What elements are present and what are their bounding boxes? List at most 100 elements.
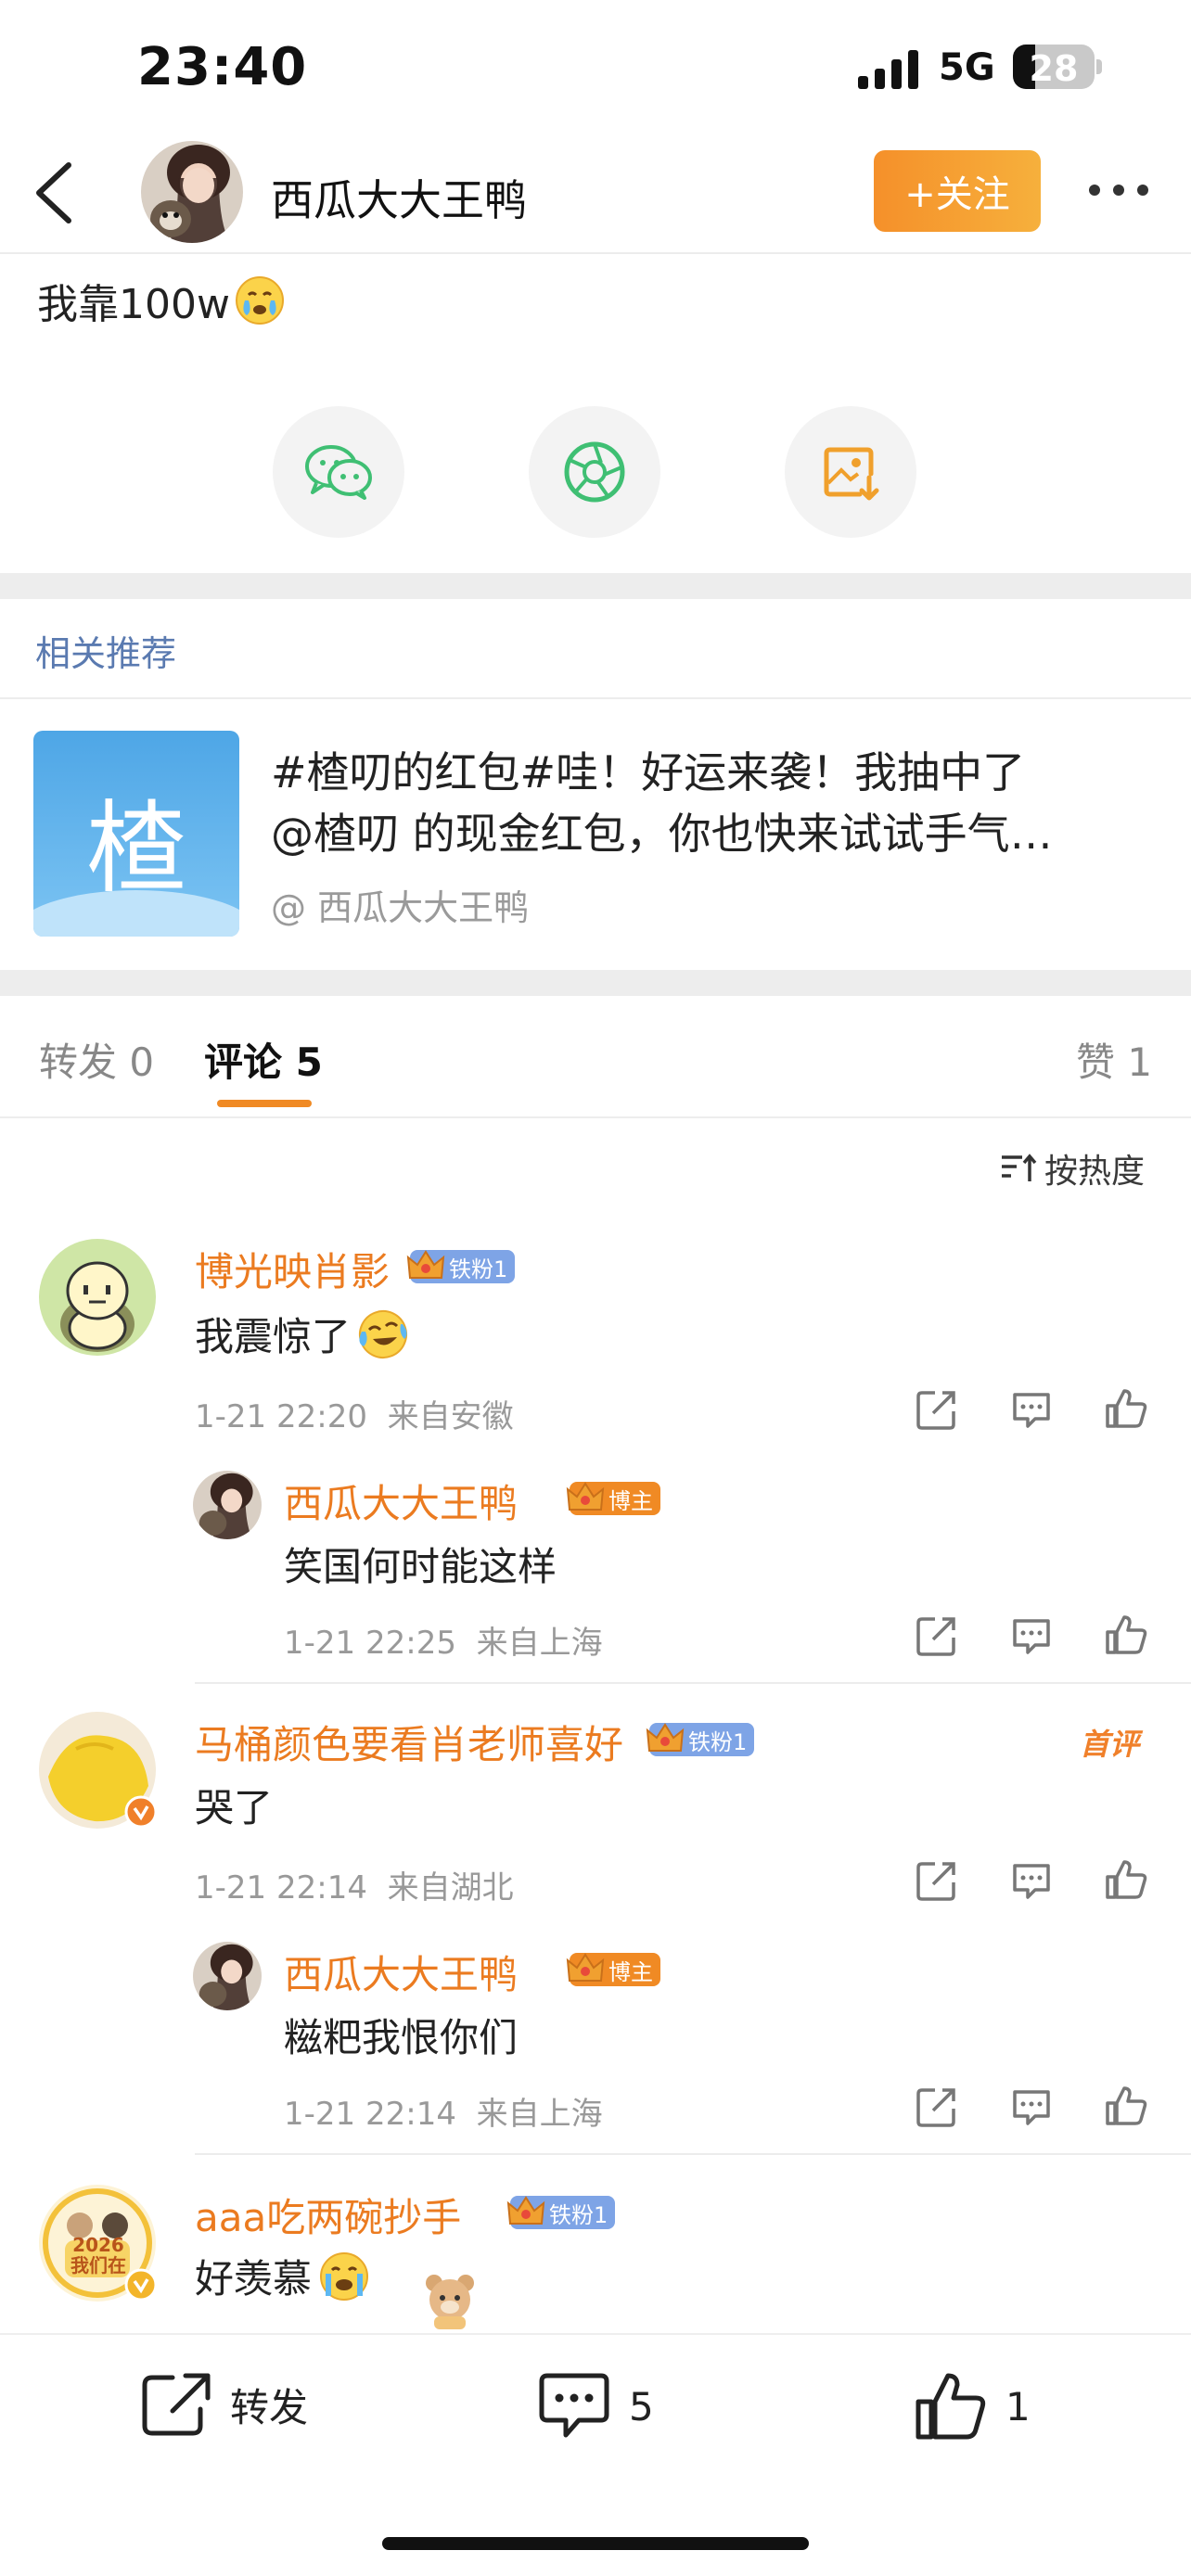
tabs-divider xyxy=(0,1116,1191,1118)
fan-badge-label: 铁粉1 xyxy=(688,1728,748,1755)
bear-sticker-icon xyxy=(426,2275,474,2329)
related-line-1: #楂叨的红包#哇！好运来袭！我抽中了 xyxy=(271,747,1026,797)
reply-text: 糍粑我恨你们 xyxy=(284,2015,519,2060)
reply-name[interactable]: 西瓜大大王鸭 xyxy=(284,1944,518,2000)
related-divider xyxy=(0,697,1191,699)
verified-badge-icon xyxy=(124,1795,158,1829)
commenter-name[interactable]: 博光映肖影 xyxy=(195,1241,390,1297)
related-thumbnail[interactable]: 楂 xyxy=(33,731,239,937)
signal-icon xyxy=(858,48,919,89)
reply-avatar[interactable] xyxy=(193,1942,262,2010)
like-icon[interactable] xyxy=(1104,1612,1148,1656)
commenter-avatar[interactable] xyxy=(39,1239,156,1356)
share-wechat-button[interactable] xyxy=(273,406,404,538)
comment-time: 1-21 22:14 xyxy=(195,1869,367,1906)
status-time: 23:40 xyxy=(137,37,308,97)
reply-location: 来自上海 xyxy=(476,2096,603,2133)
tab-repost[interactable]: 转发 0 xyxy=(39,1031,154,1088)
like-icon[interactable] xyxy=(1104,1856,1148,1901)
host-badge-label: 博主 xyxy=(608,1487,653,1514)
reply-avatar[interactable] xyxy=(193,1471,262,1539)
more-icon[interactable] xyxy=(1085,176,1152,204)
fan-badge: 铁粉1 xyxy=(406,1250,516,1283)
related-post-text[interactable]: #楂叨的红包#哇！好运来袭！我抽中了 @楂叨 的现金红包，你也快来试试手气… xyxy=(271,742,1152,864)
related-author[interactable]: @ 西瓜大大王鸭 xyxy=(271,879,529,930)
tab-active-indicator xyxy=(217,1100,312,1107)
tab-repost-count: 0 xyxy=(129,1039,155,1085)
crown-icon xyxy=(566,1953,605,1982)
reply-time: 1-21 22:25 xyxy=(284,1625,456,1662)
share-icon[interactable] xyxy=(915,1387,959,1432)
comment-location: 来自湖北 xyxy=(387,1869,514,1906)
save-image-icon xyxy=(824,447,879,501)
first-comment-tag: 首评 xyxy=(1080,1727,1140,1762)
comment-text: 我震惊了 xyxy=(195,1306,410,1362)
nav-divider xyxy=(0,252,1191,254)
laughing-crying-emoji-icon xyxy=(359,1309,408,1358)
comment-meta: 1-21 22:14 来自湖北 xyxy=(195,1862,514,1907)
like-icon[interactable] xyxy=(1104,2083,1148,2127)
crown-icon xyxy=(646,1723,685,1752)
save-image-button[interactable] xyxy=(785,406,916,538)
comment-button[interactable]: 5 xyxy=(538,2372,654,2441)
tab-repost-label: 转发 xyxy=(39,1039,118,1085)
host-badge-label: 博主 xyxy=(608,1958,653,1985)
commenter-name[interactable]: 马桶颜色要看肖老师喜好 xyxy=(195,1714,623,1770)
sort-icon xyxy=(1002,1154,1037,1181)
related-title: 相关推荐 xyxy=(35,633,177,674)
reply-icon[interactable] xyxy=(1009,1613,1054,1658)
battery-icon: 28 xyxy=(1013,45,1095,89)
reply-icon[interactable] xyxy=(1009,1387,1054,1432)
tab-comments-label: 评论 xyxy=(204,1039,283,1085)
section-divider xyxy=(0,573,1191,599)
tab-comments-count: 5 xyxy=(295,1039,323,1085)
reply-meta: 1-21 22:14 来自上海 xyxy=(284,2088,603,2134)
related-line-2: @楂叨 的现金红包，你也快来试试手气… xyxy=(271,809,1053,859)
share-moments-button[interactable] xyxy=(529,406,660,538)
back-icon[interactable] xyxy=(28,158,83,228)
repost-button[interactable]: 转发 xyxy=(141,2372,308,2437)
follow-button[interactable]: +关注 xyxy=(874,150,1041,232)
share-icon[interactable] xyxy=(915,1613,959,1658)
tab-likes[interactable]: 赞 1 xyxy=(1076,1031,1152,1088)
reply-location: 来自上海 xyxy=(476,1625,603,1662)
host-badge: 博主 xyxy=(566,1953,660,1986)
reply-name[interactable]: 西瓜大大王鸭 xyxy=(284,1473,518,1529)
fan-badge: 铁粉1 xyxy=(646,1723,755,1756)
comment-icon xyxy=(539,2373,609,2438)
commenter-name[interactable]: aaa吃两碗抄手 xyxy=(195,2187,461,2243)
moments-icon xyxy=(564,441,625,503)
reply-meta: 1-21 22:25 来自上海 xyxy=(284,1617,603,1663)
share-icon[interactable] xyxy=(915,2085,959,2129)
author-avatar[interactable] xyxy=(141,141,243,243)
reply-time: 1-21 22:14 xyxy=(284,2096,456,2133)
comment-text: 好羡慕 xyxy=(195,2248,371,2304)
thumbs-up-icon xyxy=(916,2373,986,2440)
repost-label: 转发 xyxy=(230,2384,309,2430)
battery-cap xyxy=(1096,59,1102,74)
tab-likes-count: 1 xyxy=(1127,1039,1153,1085)
comment-time: 1-21 22:20 xyxy=(195,1398,367,1435)
reply-icon[interactable] xyxy=(1009,1858,1054,1903)
home-indicator xyxy=(382,2537,809,2550)
share-icon[interactable] xyxy=(915,1858,959,1903)
crown-icon xyxy=(506,2196,545,2225)
tab-comments[interactable]: 评论 5 xyxy=(204,1031,323,1088)
comment-meta: 1-21 22:20 来自安徽 xyxy=(195,1391,514,1436)
comment-text-content: 我震惊了 xyxy=(195,1314,352,1359)
post-text-content: 我靠100w xyxy=(37,281,230,328)
repost-icon xyxy=(142,2373,211,2436)
comment-text-content: 好羡慕 xyxy=(195,2256,313,2302)
sort-button[interactable]: 按热度 xyxy=(1000,1144,1145,1192)
like-button[interactable]: 1 xyxy=(915,2372,1031,2441)
comment-divider xyxy=(195,1682,1191,1684)
fan-badge-label: 铁粉1 xyxy=(549,2201,608,2228)
network-label: 5G xyxy=(939,46,995,89)
related-thumbnail-char: 楂 xyxy=(85,791,186,907)
like-icon[interactable] xyxy=(1104,1385,1148,1430)
comment-divider xyxy=(195,2153,1191,2155)
sort-label: 按热度 xyxy=(1044,1153,1146,1191)
crown-icon xyxy=(566,1482,605,1511)
reply-icon[interactable] xyxy=(1009,2085,1054,2129)
author-name[interactable]: 西瓜大大王鸭 xyxy=(271,167,527,228)
